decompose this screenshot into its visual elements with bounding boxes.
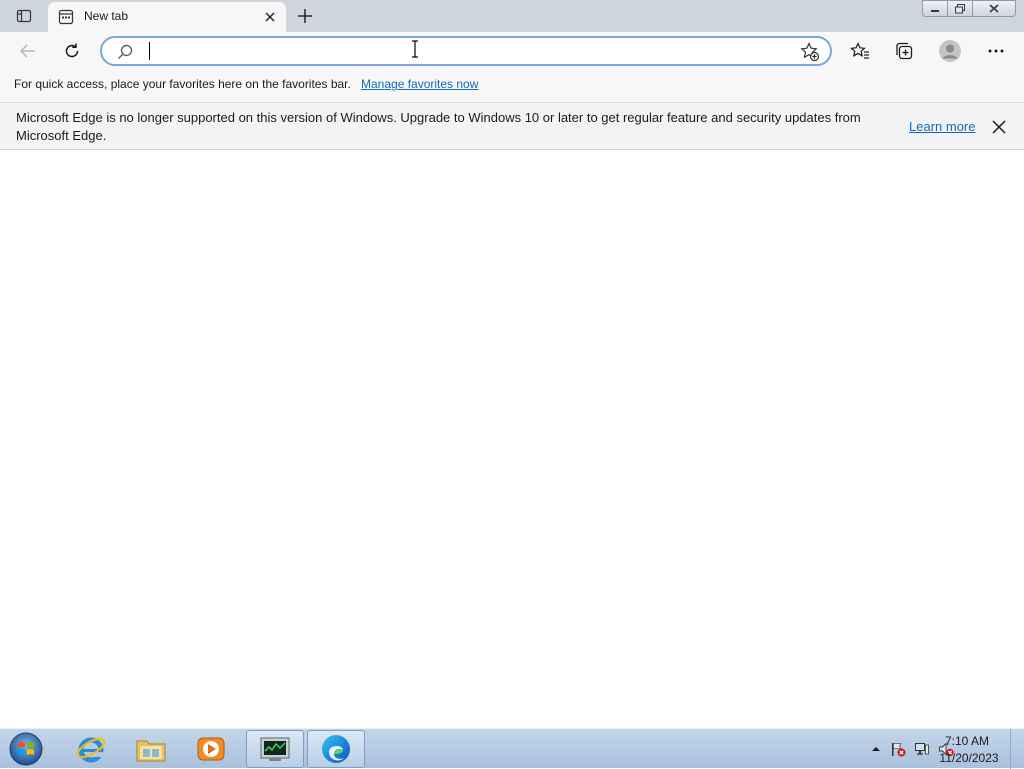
action-center-flag-icon[interactable] (890, 741, 906, 757)
back-arrow-icon (19, 44, 35, 58)
clock-date[interactable]: 11/20/2023 (934, 751, 1004, 765)
task-manager-icon (260, 737, 290, 761)
taskbar-internet-explorer[interactable] (62, 730, 120, 768)
tab-strip: New tab (0, 0, 1024, 32)
tab-title: New tab (84, 9, 129, 23)
refresh-button[interactable] (58, 37, 86, 65)
text-caret (149, 42, 150, 60)
media-player-icon (197, 737, 225, 761)
taskbar-microsoft-edge[interactable] (307, 730, 365, 768)
plus-icon (298, 9, 312, 23)
collections-icon (896, 42, 913, 60)
window-controls (922, 0, 1016, 18)
new-tab-page-icon (58, 9, 74, 25)
profile-button[interactable] (936, 37, 964, 65)
microsoft-edge-icon (322, 735, 350, 763)
show-hidden-icons-icon[interactable] (868, 741, 884, 757)
windows-taskbar: 7:10 AM 11/20/2023 (0, 728, 1024, 769)
minimize-button[interactable] (922, 0, 948, 17)
network-icon[interactable] (914, 741, 930, 757)
back-button[interactable] (14, 37, 42, 65)
add-favorite-icon[interactable] (800, 42, 820, 62)
search-icon (118, 44, 133, 59)
manage-favorites-link[interactable]: Manage favorites now (361, 77, 478, 91)
new-tab-button[interactable] (292, 4, 318, 28)
minimize-icon (931, 9, 939, 12)
page-content (0, 150, 1024, 728)
taskbar-media-player[interactable] (182, 730, 240, 768)
collections-button[interactable] (890, 37, 918, 65)
show-desktop-button[interactable] (1010, 729, 1024, 769)
settings-more-button[interactable] (982, 37, 1010, 65)
learn-more-link[interactable]: Learn more (909, 119, 975, 134)
address-bar[interactable] (100, 36, 832, 66)
window-close-button[interactable] (972, 0, 1016, 17)
refresh-icon (65, 43, 79, 58)
clock-time[interactable]: 7:10 AM (932, 734, 1002, 748)
folder-icon (136, 740, 166, 762)
address-input[interactable] (148, 41, 788, 61)
tab-new-tab[interactable]: New tab (48, 2, 286, 32)
favorites-icon (850, 42, 869, 59)
infobar-message: Microsoft Edge is no longer supported on… (16, 110, 861, 143)
close-icon[interactable] (990, 118, 1008, 136)
restore-icon (955, 3, 965, 13)
tab-close-button[interactable] (262, 9, 278, 25)
favorites-bar: For quick access, place your favorites h… (0, 70, 1024, 102)
start-button[interactable] (6, 731, 46, 767)
tab-actions-icon (16, 9, 32, 23)
navigation-toolbar (0, 32, 1024, 70)
taskbar-windows-explorer[interactable] (122, 730, 180, 768)
close-icon (265, 12, 275, 22)
more-options-icon (988, 49, 1004, 53)
ibeam-cursor-icon (412, 40, 418, 58)
profile-avatar-icon (939, 40, 961, 62)
internet-explorer-icon (76, 737, 106, 763)
unsupported-os-infobar: Microsoft Edge is no longer supported on… (0, 102, 1024, 150)
taskbar-task-manager[interactable] (246, 730, 304, 768)
favorites-bar-message: For quick access, place your favorites h… (14, 77, 351, 91)
restore-button[interactable] (947, 0, 973, 17)
close-icon (989, 4, 999, 13)
system-tray: 7:10 AM 11/20/2023 (824, 729, 1024, 769)
tab-actions-button[interactable] (10, 4, 38, 28)
favorites-button[interactable] (846, 37, 874, 65)
